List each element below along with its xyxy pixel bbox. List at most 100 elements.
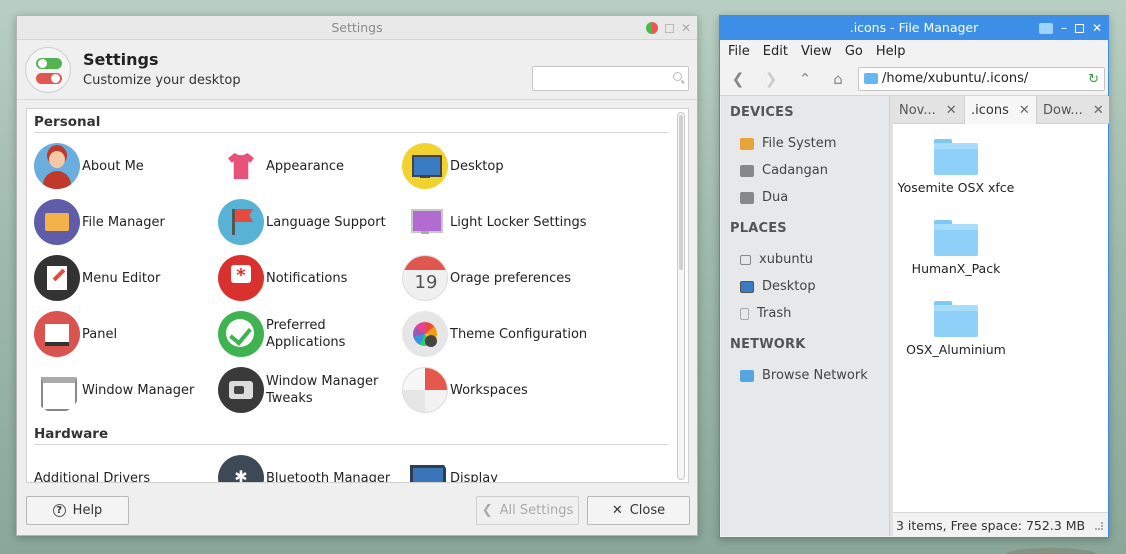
drive-icon <box>740 191 754 204</box>
maximize-button[interactable] <box>665 23 674 33</box>
section-title-hardware: Hardware <box>34 426 109 442</box>
tab-close-icon[interactable]: ✕ <box>946 103 957 118</box>
item-label: Light Locker Settings <box>450 214 587 230</box>
up-button[interactable]: ⌃ <box>795 70 815 88</box>
settings-item-orage[interactable]: Orage preferences <box>402 254 571 302</box>
help-button[interactable]: ? Help <box>26 496 129 525</box>
search-input[interactable] <box>533 67 663 90</box>
settings-item-display[interactable]: Display <box>402 454 498 482</box>
desktop-icon <box>402 143 448 189</box>
settings-item-menu-editor[interactable]: Menu Editor <box>34 254 160 302</box>
settings-item-bluetooth-manager[interactable]: Bluetooth Manager <box>218 454 390 482</box>
home-icon <box>740 254 751 265</box>
settings-item-about-me[interactable]: About Me <box>34 142 144 190</box>
resize-grip-icon[interactable] <box>1095 522 1103 530</box>
window-title: Settings <box>331 20 383 35</box>
sidebar-item-xubuntu[interactable]: xubuntu <box>740 252 813 267</box>
sidebar-item-dua[interactable]: Dua <box>740 190 788 205</box>
forward-button[interactable]: ❯ <box>761 70 781 88</box>
item-label-line: Applications <box>266 335 346 350</box>
close-button[interactable]: ✕ Close <box>587 496 690 525</box>
settings-item-language-support[interactable]: Language Support <box>218 198 386 246</box>
settings-item-notifications[interactable]: Notifications <box>218 254 347 302</box>
sidebar-item-label: Browse Network <box>762 368 868 383</box>
search-field[interactable] <box>532 66 689 91</box>
settings-window: Settings ✕ Settings Customize your deskt… <box>16 15 698 536</box>
item-label: Appearance <box>266 158 345 174</box>
settings-item-workspaces[interactable]: Workspaces <box>402 366 528 414</box>
settings-item-panel[interactable]: Panel <box>34 310 117 358</box>
scrollbar-thumb[interactable] <box>679 115 683 270</box>
folder-icon[interactable] <box>1038 22 1053 34</box>
settings-item-additional-drivers[interactable]: Additional Drivers <box>34 454 150 483</box>
minimize-button[interactable]: – <box>1061 22 1067 34</box>
folder-item[interactable]: Yosemite OSX xfce <box>886 139 1026 195</box>
tab-close-icon[interactable]: ✕ <box>1019 103 1030 118</box>
settings-categories-panel[interactable]: Personal About Me Appearance Desktop Fil… <box>26 108 689 483</box>
app-menu-icon[interactable] <box>646 22 658 34</box>
menu-view[interactable]: View <box>801 44 832 59</box>
close-window-button[interactable]: ✕ <box>1092 22 1102 34</box>
file-view[interactable]: Yosemite OSX xfce HumanX_Pack OSX_Alumin… <box>893 124 1108 512</box>
tab-downloads[interactable]: Dow... ✕ <box>1037 96 1109 124</box>
item-label-line: Tweaks <box>266 391 313 406</box>
home-button[interactable]: ⌂ <box>828 70 848 88</box>
reload-icon[interactable]: ↻ <box>1088 69 1099 91</box>
item-label: File Manager <box>82 214 165 230</box>
settings-item-desktop[interactable]: Desktop <box>402 142 504 190</box>
orage-calendar-icon <box>402 255 448 301</box>
item-label: Orage preferences <box>450 270 572 286</box>
menu-go[interactable]: Go <box>845 44 863 59</box>
back-button[interactable]: ❮ <box>728 70 748 88</box>
folder-label: OSX_Aluminium <box>906 342 1006 357</box>
folder-label: Yosemite OSX xfce <box>897 180 1015 195</box>
settings-item-preferred-applications[interactable]: Preferred Applications <box>218 310 345 358</box>
section-title-personal: Personal <box>34 114 101 130</box>
sidebar-section-places: PLACES <box>730 221 787 236</box>
file-manager-titlebar[interactable]: .icons - File Manager – ✕ <box>720 16 1108 40</box>
section-divider <box>34 444 668 445</box>
window-manager-tweaks-icon <box>218 367 264 413</box>
wallpaper-decoration <box>1006 548 1096 554</box>
settings-item-light-locker[interactable]: Light Locker Settings <box>402 198 587 246</box>
folder-item[interactable]: OSX_Aluminium <box>886 301 1026 357</box>
vertical-scrollbar[interactable] <box>677 112 685 480</box>
preferred-applications-icon <box>218 311 264 357</box>
tab-icons[interactable]: .icons ✕ <box>965 96 1037 124</box>
sidebar-item-cadangan[interactable]: Cadangan <box>740 163 828 178</box>
all-settings-button[interactable]: ❮ All Settings <box>476 496 579 525</box>
sidebar-item-browse-network[interactable]: Browse Network <box>740 368 868 383</box>
close-window-button[interactable]: ✕ <box>681 22 691 34</box>
item-label-line: Preferred <box>266 318 326 333</box>
location-bar[interactable]: /home/xubuntu/.icons/ ↻ <box>858 67 1105 91</box>
settings-item-window-manager-tweaks[interactable]: Window Manager Tweaks <box>218 366 378 414</box>
search-icon[interactable] <box>673 72 682 81</box>
tab-nov[interactable]: Nov... ✕ <box>893 96 965 124</box>
network-icon <box>740 369 754 382</box>
menu-help[interactable]: Help <box>876 44 906 59</box>
sidebar-item-desktop[interactable]: Desktop <box>740 279 816 294</box>
file-manager-icon <box>34 199 80 245</box>
location-path[interactable]: /home/xubuntu/.icons/ <box>882 71 1028 86</box>
bluetooth-icon <box>218 455 264 482</box>
sidebar-item-trash[interactable]: Trash <box>740 306 791 321</box>
menu-edit[interactable]: Edit <box>763 44 788 59</box>
settings-item-file-manager[interactable]: File Manager <box>34 198 165 246</box>
settings-item-appearance[interactable]: Appearance <box>218 142 344 190</box>
tab-close-icon[interactable]: ✕ <box>1093 103 1104 118</box>
maximize-button[interactable] <box>1074 23 1084 33</box>
side-pane: DEVICES File System Cadangan Dua PLACES … <box>721 96 889 536</box>
settings-item-window-manager[interactable]: Window Manager <box>34 366 194 414</box>
settings-item-theme-configuration[interactable]: Theme Configuration <box>402 310 587 358</box>
sidebar-item-file-system[interactable]: File System <box>740 136 836 151</box>
tab-label: .icons <box>971 102 1009 118</box>
file-manager-window: .icons - File Manager – ✕ File Edit View… <box>719 15 1109 538</box>
menu-file[interactable]: File <box>728 44 750 59</box>
settings-titlebar[interactable]: Settings ✕ <box>17 16 697 40</box>
sidebar-item-label: Dua <box>762 190 789 205</box>
folder-item[interactable]: HumanX_Pack <box>886 220 1026 276</box>
item-label: Window Manager <box>82 382 195 398</box>
back-arrow-icon: ❮ <box>481 503 493 518</box>
drive-icon <box>740 137 754 150</box>
window-controls: – ✕ <box>1038 16 1102 40</box>
